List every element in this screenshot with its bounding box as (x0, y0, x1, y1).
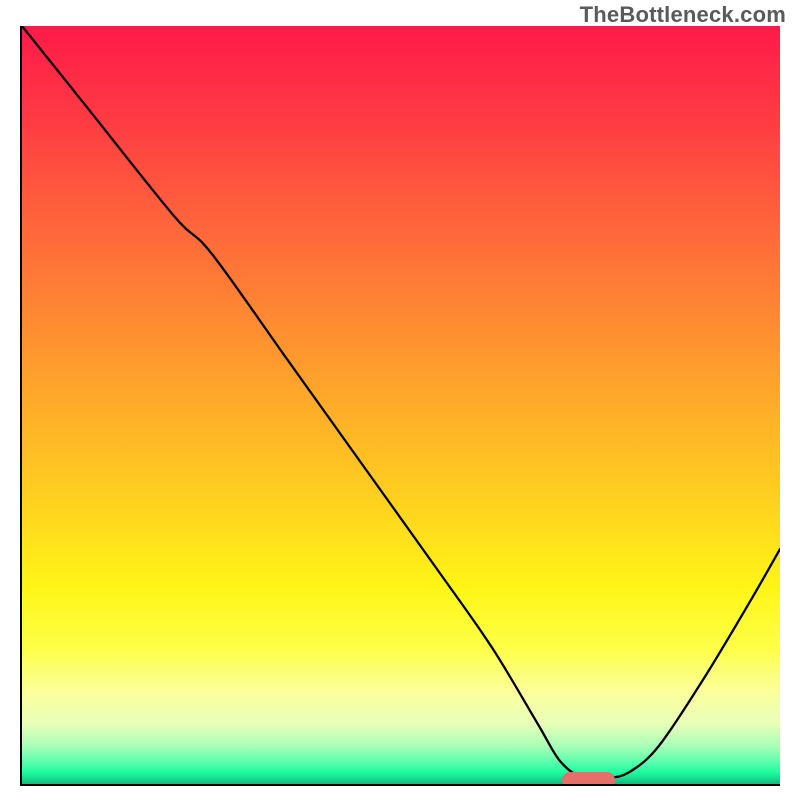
watermark-text: TheBottleneck.com (580, 2, 786, 28)
chart-plot-area (20, 26, 780, 786)
bottleneck-curve (22, 26, 780, 784)
optimal-range-marker (562, 772, 615, 786)
